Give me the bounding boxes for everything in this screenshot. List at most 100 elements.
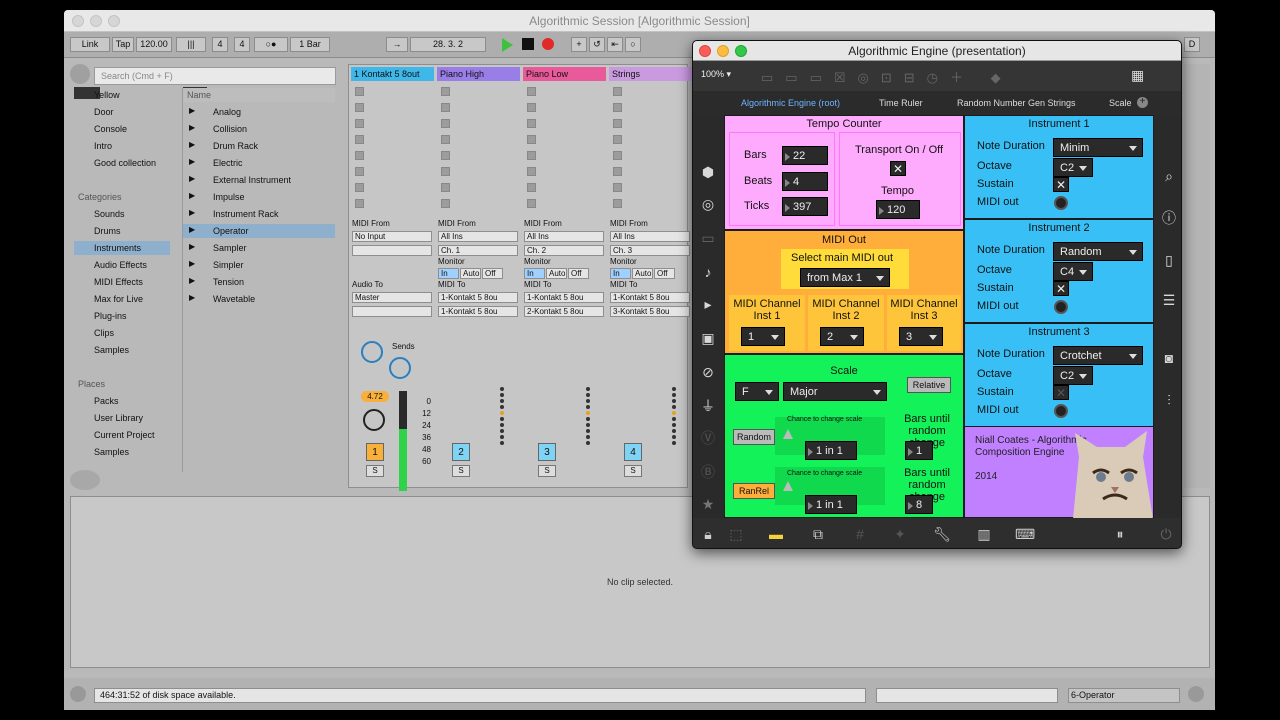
track-4-activator[interactable]: 4 — [624, 443, 642, 461]
clip-slot[interactable] — [441, 183, 450, 192]
track-2-monitor-off[interactable]: Off — [482, 268, 503, 279]
category-samples[interactable]: Samples — [74, 343, 170, 357]
v-icon[interactable]: Ⓥ — [699, 429, 717, 447]
plug-icon[interactable]: ⏚ — [699, 397, 717, 415]
bars2-number[interactable]: 8 — [905, 495, 933, 514]
overdub-icon[interactable]: ○ — [625, 37, 641, 52]
collection-door[interactable]: Door — [74, 105, 170, 119]
track-3-channel[interactable]: Ch. 2 — [524, 245, 604, 256]
book-icon[interactable]: ▯ — [1160, 251, 1178, 269]
track-4-monitor-auto[interactable]: Auto — [632, 268, 653, 279]
midi-device-menu[interactable]: from Max 1 — [800, 268, 890, 287]
target-icon[interactable]: ◎ — [699, 195, 717, 213]
wrench-icon[interactable]: 🔧︎ — [933, 525, 951, 543]
device-external-instrument[interactable]: External Instrument — [183, 173, 335, 187]
disclosure-icon[interactable]: ▶ — [189, 123, 195, 132]
disclosure-icon[interactable]: ▶ — [189, 157, 195, 166]
mode-menu[interactable]: Major — [783, 382, 887, 401]
lock-icon[interactable]: 🔒︎ — [699, 525, 717, 543]
tab-root[interactable]: Algorithmic Engine (root) — [741, 95, 840, 111]
ticks-number[interactable]: 397 — [782, 197, 828, 216]
image-icon[interactable]: ▣ — [699, 329, 717, 347]
link-button[interactable]: Link — [70, 37, 110, 52]
position-field[interactable]: 28. 3. 2 — [410, 37, 486, 52]
track-3-header[interactable]: Piano Low — [523, 67, 606, 81]
quantize-select[interactable]: 1 Bar — [290, 37, 330, 52]
track-2-solo[interactable]: S — [452, 465, 470, 477]
track-4-midi-from[interactable]: All Ins — [610, 231, 690, 242]
disclosure-icon[interactable]: ▶ — [189, 293, 195, 302]
category-clips[interactable]: Clips — [74, 326, 170, 340]
max-close-icon[interactable] — [699, 45, 711, 57]
instrument-3-duration-menu[interactable]: Crotchet — [1053, 346, 1143, 365]
device-sampler[interactable]: Sampler — [183, 241, 335, 255]
clip-slot[interactable] — [441, 199, 450, 208]
track-3-monitor-in[interactable]: In — [524, 268, 545, 279]
list-icon[interactable]: ☰ — [1160, 291, 1178, 309]
track-4-header[interactable]: Strings — [609, 67, 692, 81]
instrument-2-duration-menu[interactable]: Random — [1053, 242, 1143, 261]
track-4-monitor-in[interactable]: In — [610, 268, 631, 279]
layers-icon[interactable]: ⧉ — [809, 525, 827, 543]
disclosure-icon[interactable]: ▶ — [189, 208, 195, 217]
magic-icon[interactable]: ✦ — [891, 525, 909, 543]
instrument-1-duration-menu[interactable]: Minim — [1053, 138, 1143, 157]
clip-slot[interactable] — [441, 103, 450, 112]
power-icon[interactable]: ⏻ — [1157, 525, 1175, 543]
relative-button[interactable]: Relative — [907, 377, 951, 393]
tab-scale[interactable]: Scale — [1109, 95, 1132, 111]
step-icon[interactable]: ▸ — [699, 295, 717, 313]
camera-icon[interactable]: ◙ — [1160, 349, 1178, 367]
bars1-number[interactable]: 1 — [905, 441, 933, 460]
clip-slot[interactable] — [441, 135, 450, 144]
edit-icon[interactable]: ⬚ — [727, 525, 745, 543]
ratio2-number[interactable]: 1 in 1 — [805, 495, 857, 514]
plus-icon[interactable]: + — [571, 37, 587, 52]
ch3-menu[interactable]: 3 — [899, 327, 943, 346]
bars-number[interactable]: 22 — [782, 146, 828, 165]
loop-icon[interactable]: ↺ — [589, 37, 605, 52]
clip-slot[interactable] — [613, 151, 622, 160]
clip-slot[interactable] — [613, 103, 622, 112]
instrument-1-octave-menu[interactable]: C2 — [1053, 158, 1093, 177]
track-2-midi-from[interactable]: All Ins — [438, 231, 518, 242]
star-icon[interactable]: ★ — [699, 495, 717, 513]
track-3-output[interactable]: 1-Kontakt 5 8ou — [524, 292, 604, 303]
sig-num[interactable]: 4 — [212, 37, 228, 52]
presentation-icon[interactable]: ▬ — [767, 525, 785, 543]
keyboard-icon[interactable]: ⌨ — [1015, 525, 1035, 543]
collection-intro[interactable]: Intro — [74, 139, 170, 153]
tab-random-strings[interactable]: Random Number Gen Strings — [957, 95, 1076, 111]
disclosure-icon[interactable]: ▶ — [189, 259, 195, 268]
metro-icon[interactable]: ||| — [176, 37, 206, 52]
clip-slot[interactable] — [355, 151, 364, 160]
zoom-select[interactable]: 100% ▾ — [701, 69, 731, 80]
instrument-3-octave-menu[interactable]: C2 — [1053, 366, 1093, 385]
mixer-icon[interactable]: ⫶ — [1160, 391, 1178, 409]
track-2-output[interactable]: 1-Kontakt 5 8ou — [438, 292, 518, 303]
device-analog[interactable]: Analog — [183, 105, 335, 119]
clip-slot[interactable] — [613, 87, 622, 96]
clip-slot[interactable] — [441, 87, 450, 96]
minimize-dot[interactable] — [90, 15, 102, 27]
back-icon[interactable]: ⇤ — [607, 37, 623, 52]
clip-slot[interactable] — [527, 167, 536, 176]
device-collision[interactable]: Collision — [183, 122, 335, 136]
clip-slot[interactable] — [355, 103, 364, 112]
disclosure-icon[interactable]: ▶ — [189, 242, 195, 251]
track-4-solo[interactable]: S — [624, 465, 642, 477]
disclosure-icon[interactable]: ▶ — [189, 276, 195, 285]
zoom-dot[interactable] — [108, 15, 120, 27]
clip-slot[interactable] — [613, 135, 622, 144]
collection-good-collection[interactable]: Good collection — [74, 156, 170, 170]
pause-icon[interactable]: ⏸ — [1111, 525, 1129, 543]
collection-console[interactable]: Console — [74, 122, 170, 136]
instrument-3-sustain-toggle[interactable]: ✕ — [1053, 385, 1069, 400]
track-1-header[interactable]: 1 Kontakt 5 8out — [351, 67, 434, 81]
pan-knob[interactable] — [363, 409, 385, 431]
clip-slot[interactable] — [355, 167, 364, 176]
track-4-channel[interactable]: Ch. 3 — [610, 245, 690, 256]
track-1-output-2[interactable] — [352, 306, 432, 317]
add-tab-icon[interactable]: + — [1137, 97, 1148, 108]
clip-slot[interactable] — [613, 183, 622, 192]
